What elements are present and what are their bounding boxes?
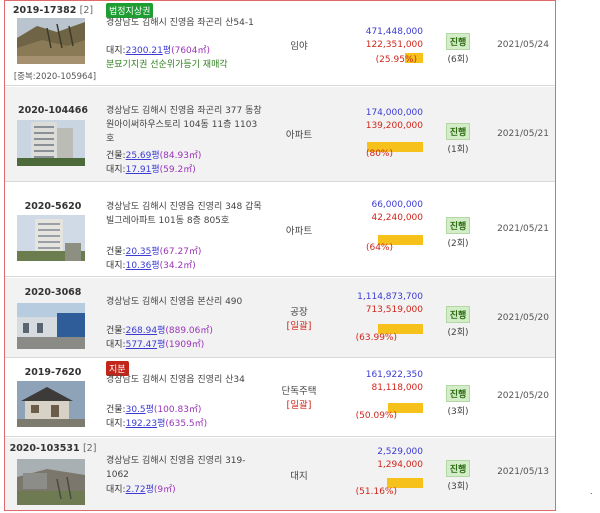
- property-photo[interactable]: [17, 459, 85, 505]
- price-block: 161,922,350 81,118,000: [339, 369, 423, 395]
- status-tag: 진행: [445, 306, 471, 323]
- building-area: 건물:25.69평(84.93㎡): [106, 151, 202, 161]
- minimum-bid-price: 139,200,000: [365, 121, 423, 131]
- property-usage: 공장 [일괄]: [286, 307, 312, 332]
- auction-status: 진행 (3회): [441, 385, 475, 417]
- bid-ratio-indicator: (50.09%): [339, 403, 423, 421]
- land-area: 대지:10.36평(34.2㎡): [106, 261, 196, 271]
- property-address[interactable]: 경상남도 김해시 진영읍 진영리 319-1062: [106, 454, 264, 482]
- auction-date: 2021/05/13: [497, 467, 549, 477]
- auction-row[interactable]: 2020-5620 경상남도 김해시 진영읍 진영리 348 갑목빌그레아파트 …: [5, 183, 555, 277]
- auction-row[interactable]: 2020-3068 경상남도 김해시 진영읍 본산리 490 건물:268.94…: [5, 278, 555, 358]
- land-area: 대지:577.47평(1909㎡): [106, 340, 205, 350]
- bid-ratio-text: (64%): [365, 243, 393, 253]
- bid-ratio-text: (51.16%): [355, 487, 397, 497]
- price-block: 471,448,000 122,351,000: [339, 26, 423, 52]
- round-count: (2회): [447, 328, 469, 338]
- case-number[interactable]: 2019-17382 [2]: [9, 5, 97, 16]
- auction-row[interactable]: 2020-103531 [2] 경상남도 김해시 진영읍 진영리 319-106…: [5, 438, 555, 510]
- price-block: 174,000,000 139,200,000: [339, 107, 423, 133]
- status-tag: 진행: [445, 123, 471, 140]
- bid-ratio-text: (80%): [365, 149, 393, 159]
- auction-row[interactable]: 2019-7620 지분 경상남도 김해시 진영읍 진영리 산34 건물:30.…: [5, 359, 555, 437]
- bulk-sale-label: [일괄]: [286, 321, 312, 332]
- land-area: 대지:2.72평(9㎡): [106, 485, 176, 495]
- land-area: 대지:2300.21평(7604㎡): [106, 46, 211, 56]
- appraisal-price: 174,000,000: [365, 108, 423, 118]
- price-block: 2,529,000 1,294,000: [339, 446, 423, 472]
- price-block: 1,114,873,700 713,519,000: [339, 291, 423, 317]
- appraisal-price: 1,114,873,700: [357, 292, 423, 302]
- property-address[interactable]: 경상남도 김해시 진영읍 좌곤리 377 동창원아이써하우스토리 104동 11…: [106, 104, 264, 146]
- case-number[interactable]: 2020-103531 [2]: [9, 443, 97, 454]
- case-number[interactable]: 2020-5620: [9, 201, 97, 212]
- property-address[interactable]: 경상남도 김해시 진영읍 본산리 490: [106, 295, 264, 309]
- property-photo[interactable]: [17, 18, 85, 64]
- round-count: (3회): [447, 407, 469, 417]
- building-area: 건물:20.35평(67.27㎡): [106, 247, 202, 257]
- round-count: (6회): [447, 55, 469, 65]
- case-number[interactable]: 2020-3068: [9, 287, 97, 298]
- case-number[interactable]: 2020-104466: [9, 105, 97, 116]
- property-usage: 아파트: [285, 226, 313, 237]
- appraisal-price: 471,448,000: [365, 27, 423, 37]
- status-tag: 진행: [445, 33, 471, 50]
- appraisal-price: 66,000,000: [371, 200, 423, 210]
- bid-ratio-indicator: (63.99%): [339, 324, 423, 343]
- appraisal-price: 161,922,350: [365, 370, 423, 380]
- auction-row[interactable]: 2020-104466 경상남도 김해시 진영읍 좌곤리 377 동창원아이써하…: [5, 87, 555, 182]
- minimum-bid-price: 81,118,000: [371, 383, 423, 393]
- special-notes: 분묘기지권 선순위가등기 재매각: [106, 60, 228, 70]
- minimum-bid-price: 122,351,000: [365, 40, 423, 50]
- property-usage: 단독주택 [일괄]: [281, 386, 317, 411]
- auction-date: 2021/05/24: [497, 40, 549, 50]
- property-photo[interactable]: [17, 303, 85, 349]
- bulk-sale-label: [일괄]: [286, 400, 312, 411]
- status-tag: 진행: [445, 217, 471, 234]
- property-usage: 대지: [290, 471, 308, 482]
- auction-status: 진행 (6회): [441, 33, 475, 65]
- building-area: 건물:30.5평(100.83㎡): [106, 405, 202, 415]
- property-address[interactable]: 경상남도 김해시 진영읍 진영리 348 갑목빌그레아파트 101동 8층 80…: [106, 200, 264, 228]
- status-tag: 진행: [445, 460, 471, 477]
- property-usage: 임야: [290, 41, 308, 52]
- auction-date: 2021/05/21: [497, 224, 549, 234]
- price-block: 66,000,000 42,240,000: [339, 199, 423, 225]
- duplicate-case-label: [중복:2020-105964]: [13, 72, 97, 82]
- bid-ratio-indicator: (51.16%): [339, 478, 423, 497]
- property-address[interactable]: 경상남도 김해시 진영읍 진영리 산34: [106, 373, 264, 387]
- minimum-bid-price: 1,294,000: [377, 460, 423, 470]
- auction-date: 2021/05/21: [497, 129, 549, 139]
- minimum-bid-price: 42,240,000: [371, 213, 423, 223]
- auction-status: 진행 (1회): [441, 123, 475, 155]
- auction-date: 2021/05/20: [497, 313, 549, 323]
- round-count: (3회): [447, 482, 469, 492]
- property-usage: 아파트: [285, 130, 313, 141]
- auction-status: 진행 (2회): [441, 306, 475, 338]
- bid-ratio-text: (50.09%): [355, 411, 397, 421]
- building-area: 건물:268.94평(889.06㎡): [106, 326, 213, 336]
- property-photo[interactable]: [17, 381, 85, 427]
- round-count: (1회): [447, 145, 469, 155]
- bid-ratio-indicator: (80%): [339, 142, 423, 159]
- property-address[interactable]: 경상남도 김해시 진영읍 좌곤리 산54-1: [106, 16, 264, 30]
- minimum-bid-price: 713,519,000: [365, 305, 423, 315]
- land-area: 대지:17.91평(59.2㎡): [106, 165, 196, 175]
- bid-ratio-indicator: (25.95%): [339, 53, 423, 67]
- status-tag: 진행: [445, 385, 471, 402]
- case-number[interactable]: 2019-7620: [9, 367, 97, 378]
- stray-mark: .: [590, 487, 593, 496]
- land-area: 대지:192.23평(635.5㎡): [106, 419, 208, 429]
- auction-row[interactable]: 2019-17382 [2] [중복:2020-105964] 법정지상권 경상…: [5, 1, 555, 86]
- property-photo[interactable]: [17, 215, 85, 261]
- auction-date: 2021/05/20: [497, 391, 549, 401]
- property-photo[interactable]: [17, 120, 85, 166]
- bid-ratio-text: (25.95%): [375, 55, 417, 65]
- bid-ratio-indicator: (64%): [339, 235, 423, 253]
- bid-ratio-text: (63.99%): [355, 333, 397, 343]
- appraisal-price: 2,529,000: [377, 447, 423, 457]
- auction-status: 진행 (3회): [441, 460, 475, 492]
- auction-status: 진행 (2회): [441, 217, 475, 249]
- round-count: (2회): [447, 239, 469, 249]
